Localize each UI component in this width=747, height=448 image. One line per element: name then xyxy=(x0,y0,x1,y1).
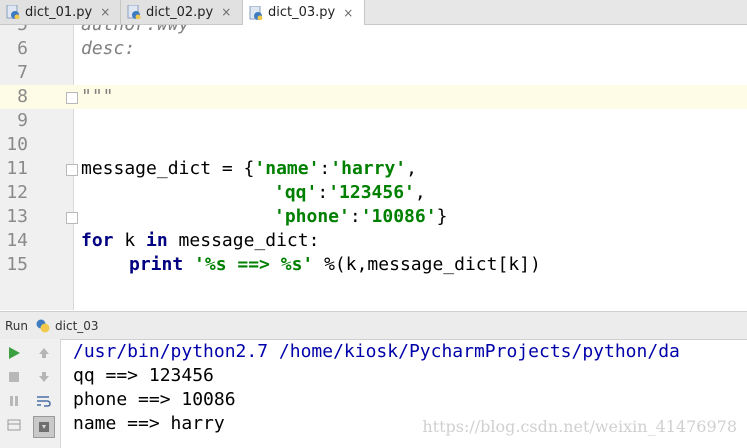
code-line: 12 'qq':'123456', xyxy=(0,181,747,205)
console-output-line: name ==> harry xyxy=(73,413,225,434)
current-code-line: 8 """ xyxy=(0,85,747,109)
console-output-line: phone ==> 10086 xyxy=(73,389,236,410)
fold-icon[interactable] xyxy=(66,164,78,176)
code-text: message_dict = {'name':'harry', xyxy=(81,158,417,179)
line-number: 14 xyxy=(6,230,28,251)
fold-icon[interactable] xyxy=(66,92,78,104)
stop-icon[interactable] xyxy=(5,368,23,386)
tab-label: dict_02.py xyxy=(146,4,214,20)
code-line: 11 message_dict = {'name':'harry', xyxy=(0,157,747,181)
close-icon[interactable]: × xyxy=(100,5,110,19)
tab-dict-03[interactable]: dict_03.py × xyxy=(243,0,365,25)
line-number: 15 xyxy=(6,254,28,275)
console-command-line: /usr/bin/python2.7 /home/kiosk/PycharmPr… xyxy=(73,341,680,362)
code-line: 14 for k in message_dict: xyxy=(0,229,747,253)
run-tool-window-header: Run dict_03 xyxy=(0,311,747,340)
code-text: 'phone':'10086'} xyxy=(274,206,448,227)
watermark: https://blog.csdn.net/weixin_41476978 xyxy=(422,417,737,436)
line-number: 13 xyxy=(6,206,28,227)
line-number: 5 xyxy=(0,25,28,37)
line-number: 12 xyxy=(6,182,28,203)
tab-label: dict_01.py xyxy=(25,4,93,20)
run-config-name[interactable]: dict_03 xyxy=(55,319,99,333)
layout-icon[interactable] xyxy=(5,416,23,434)
tab-dict-02[interactable]: dict_02.py × xyxy=(121,0,243,24)
code-text: 'qq':'123456', xyxy=(274,182,426,203)
up-arrow-icon[interactable] xyxy=(35,344,53,362)
python-file-icon xyxy=(127,4,141,20)
code-editor[interactable]: 5 author:wwy 6 desc: 7 8 """ 9 10 11 mes… xyxy=(0,25,747,310)
code-line: 15 print '%s ==> %s' %(k,message_dict[k]… xyxy=(0,253,747,277)
python-file-icon xyxy=(6,4,20,20)
code-line: 7 xyxy=(0,61,747,85)
pause-icon[interactable] xyxy=(5,392,23,410)
code-line: 9 xyxy=(0,109,747,133)
python-file-icon xyxy=(36,319,50,333)
tab-label: dict_03.py xyxy=(268,5,336,20)
code-line: 5 author:wwy xyxy=(0,25,747,37)
run-icon[interactable] xyxy=(5,344,23,362)
line-number: 9 xyxy=(17,110,28,131)
down-arrow-icon[interactable] xyxy=(35,368,53,386)
line-number: 11 xyxy=(6,158,28,179)
docstring-text: desc: xyxy=(81,38,136,59)
code-text: print '%s ==> %s' %(k,message_dict[k]) xyxy=(129,254,541,275)
run-toolbar xyxy=(0,339,61,448)
docstring-text: author:wwy xyxy=(81,25,189,37)
line-number: 8 xyxy=(17,86,28,107)
fold-icon[interactable] xyxy=(66,212,78,224)
line-number: 7 xyxy=(17,62,28,83)
soft-wrap-icon[interactable] xyxy=(35,392,53,410)
run-label: Run xyxy=(5,318,29,333)
code-line: 6 desc: xyxy=(0,37,747,61)
close-icon[interactable]: × xyxy=(343,6,353,20)
line-number: 10 xyxy=(6,134,28,155)
scroll-end-icon[interactable] xyxy=(33,416,55,438)
code-line: 10 xyxy=(0,133,747,157)
python-file-icon xyxy=(249,5,263,20)
docstring-close: """ xyxy=(81,86,114,107)
code-text: for k in message_dict: xyxy=(81,230,320,251)
close-icon[interactable]: × xyxy=(221,5,231,19)
editor-tab-bar: dict_01.py × dict_02.py × dict_03.py × xyxy=(0,0,747,25)
tab-dict-01[interactable]: dict_01.py × xyxy=(0,0,121,24)
console-output-line: qq ==> 123456 xyxy=(73,365,214,386)
code-line: 13 'phone':'10086'} xyxy=(0,205,747,229)
line-number: 6 xyxy=(17,38,28,59)
